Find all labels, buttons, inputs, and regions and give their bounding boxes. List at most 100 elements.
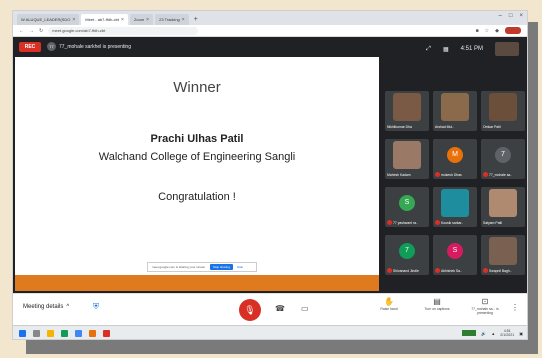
participant-name: Nikhilkumar Dha — [387, 125, 412, 129]
participant-tile[interactable]: 7 Shivanand Jindle — [385, 235, 429, 275]
participant-video — [393, 141, 421, 169]
participant-video — [441, 93, 469, 121]
participant-tile[interactable]: Kousik sarkar.. — [433, 187, 477, 227]
meeting-details-button[interactable]: Meeting details ^ — [23, 304, 69, 310]
screen: W ALUQUE_LEADER(SDO × Meet - ab7-ffdh-cbt… — [12, 10, 528, 340]
participant-name: Mahesh Kadam — [387, 173, 411, 177]
captions-button[interactable]: ▤ Turn on captions — [417, 297, 457, 311]
raise-hand-button[interactable]: ✋ Raise hand — [369, 297, 409, 311]
presenter-text: 77_mohale sarkhel is presenting — [59, 43, 131, 50]
participant-tile[interactable]: Nikhilkumar Dha — [385, 91, 429, 131]
muted-icon — [387, 220, 392, 225]
muted-icon — [483, 172, 488, 177]
meeting-controls-bar: Meeting details ^ ⛨ 🎙 ☎ ▭ ✋ Raise hand ▤… — [13, 293, 527, 325]
participant-label: Shivanand Jindle — [387, 268, 427, 273]
close-tab-icon[interactable]: × — [182, 17, 185, 23]
captions-label: Turn on captions — [424, 307, 450, 311]
congratulation-message: Congratulation ! — [158, 191, 236, 203]
participant-label: Abhishek Sa.. — [435, 268, 475, 273]
participant-avatar: 7 — [399, 243, 415, 259]
participant-label: 77_mohale sa.. — [483, 172, 523, 177]
close-tab-icon[interactable]: × — [121, 17, 124, 23]
wifi-icon[interactable]: ▲ — [491, 331, 495, 336]
camera-indicator-icon[interactable]: ■ — [476, 28, 479, 34]
call-end-icon[interactable]: ☎ — [275, 304, 285, 313]
stop-sharing-button[interactable]: Stop sharing — [210, 264, 233, 270]
participant-tile[interactable]: S 77 yashwant ra.. — [385, 187, 429, 227]
chevron-up-icon: ^ — [66, 304, 70, 310]
close-tab-icon[interactable]: × — [146, 17, 149, 23]
tab-label: Zoom — [133, 17, 145, 22]
hide-notice-button[interactable]: Hide — [237, 265, 243, 269]
participant-tile[interactable]: Arshad Mul.. — [433, 91, 477, 131]
app-icon[interactable] — [103, 330, 110, 337]
participant-name: Satyam Patil — [483, 221, 503, 225]
minimize-icon[interactable]: – — [499, 13, 502, 19]
address-bar: ← → ↻ meet.google.com/ab7-ffdh-cbt ■ ☆ ◆ — [13, 25, 527, 37]
raise-hand-label: Raise hand — [380, 307, 398, 311]
participant-video — [489, 189, 517, 217]
participant-name: mukesh Dhas — [441, 172, 462, 177]
volume-icon[interactable]: 🔊 — [481, 331, 486, 336]
participant-label: Nikhilkumar Dha — [387, 125, 427, 129]
participant-name: 77 yashwant ra.. — [393, 220, 418, 225]
layout-icon[interactable]: ⤢ — [426, 46, 431, 53]
extensions-icon[interactable]: ◆ — [495, 28, 499, 34]
file-explorer-icon[interactable] — [47, 330, 54, 337]
forward-icon[interactable]: → — [29, 28, 34, 34]
presenting-label: 77_mohale sa... is presenting — [471, 307, 499, 315]
search-icon[interactable] — [33, 330, 40, 337]
grid-icon[interactable]: ▦ — [443, 46, 449, 53]
notifications-icon[interactable]: ▣ — [519, 331, 523, 336]
self-view-thumb[interactable] — [495, 42, 519, 56]
tab-label: 23 Tracking — [159, 17, 180, 22]
recording-badge: REC — [19, 42, 41, 52]
url-field[interactable]: meet.google.com/ab7-ffdh-cbt — [48, 26, 199, 35]
tab-label: Meet - ab7-ffdh-cbt — [85, 17, 120, 22]
participant-video — [489, 93, 517, 121]
camera-icon[interactable]: ▭ — [301, 304, 309, 313]
participant-video — [393, 93, 421, 121]
close-window-icon[interactable]: × — [519, 13, 523, 19]
close-tab-icon[interactable]: × — [72, 17, 75, 23]
network-icon[interactable] — [462, 330, 477, 336]
muted-icon — [435, 220, 440, 225]
browser-tab[interactable]: W ALUQUE_LEADER(SDO × — [17, 14, 80, 25]
winner-name: Prachi Ulhas Patil — [150, 133, 244, 145]
new-tab-button[interactable]: + — [194, 14, 198, 25]
chrome-icon[interactable] — [75, 330, 82, 337]
participant-tile[interactable]: Mahesh Kadam — [385, 139, 429, 179]
browser-tab[interactable]: 23 Tracking × — [155, 14, 189, 25]
participant-tile[interactable]: Swapnil Bagh.. — [481, 235, 525, 275]
presenter-chip[interactable]: 77 77_mohale sarkhel is presenting — [47, 42, 131, 51]
participant-video — [489, 237, 517, 265]
participant-name: Abhishek Sa.. — [441, 268, 462, 273]
presentation-stage: Winner Prachi Ulhas Patil Walchand Colle… — [13, 57, 381, 293]
more-options-icon[interactable]: ⋮ — [511, 303, 519, 312]
profile-avatar[interactable] — [505, 27, 521, 34]
participant-tile[interactable]: Satyam Patil — [481, 187, 525, 227]
participant-label: mukesh Dhas — [435, 172, 475, 177]
star-icon[interactable]: ☆ — [485, 28, 489, 34]
taskbar-clock[interactable]: 4:51 2/1/2021 — [500, 329, 514, 337]
store-icon[interactable] — [61, 330, 68, 337]
participant-tile[interactable]: S Abhishek Sa.. — [433, 235, 477, 275]
participant-tile[interactable]: 7 77_mohale sa.. — [481, 139, 525, 179]
reload-icon[interactable]: ↻ — [39, 28, 43, 34]
shield-icon[interactable]: ⛨ — [93, 302, 101, 312]
winner-college: Walchand College of Engineering Sangli — [98, 151, 296, 163]
firefox-icon[interactable] — [89, 330, 96, 337]
back-icon[interactable]: ← — [19, 28, 24, 34]
meeting-time: 4:51 PM — [460, 46, 483, 52]
meet-header: REC 77 77_mohale sarkhel is presenting ⤢… — [13, 37, 527, 57]
start-icon[interactable] — [19, 330, 26, 337]
browser-tab[interactable]: Zoom × — [129, 14, 154, 25]
participant-tile[interactable]: Omkar Patil — [481, 91, 525, 131]
windows-taskbar: 🔊 ▲ 4:51 2/1/2021 ▣ — [13, 325, 527, 339]
maximize-icon[interactable]: □ — [509, 13, 513, 19]
end-call-button[interactable]: 🎙 — [239, 299, 261, 321]
hand-icon: ✋ — [384, 297, 394, 306]
participant-tile[interactable]: Mmukesh Dhas — [433, 139, 477, 179]
browser-tab-active[interactable]: Meet - ab7-ffdh-cbt × — [81, 14, 128, 25]
presenting-button[interactable]: ⊡ 77_mohale sa... is presenting — [465, 297, 505, 315]
